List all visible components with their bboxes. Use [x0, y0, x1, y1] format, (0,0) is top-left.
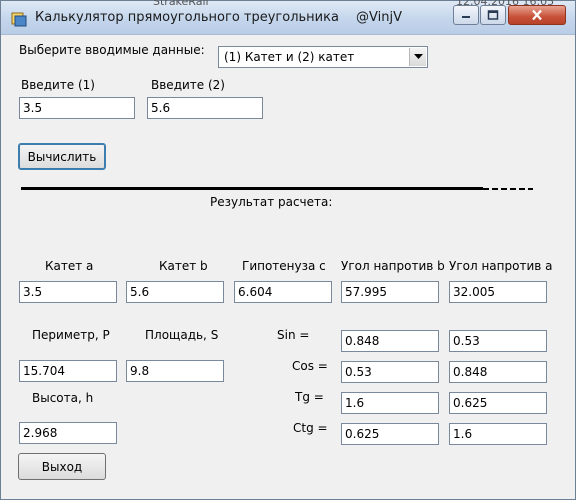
ctg-label: Ctg =: [293, 421, 328, 435]
angle-a-label: Угол напротив a: [449, 259, 553, 273]
window-title: Калькулятор прямоугольного треугольника: [35, 10, 339, 25]
height-output[interactable]: 2.968: [19, 422, 117, 444]
cos-a-output[interactable]: 0.848: [449, 361, 547, 383]
tg-a-output[interactable]: 0.625: [449, 392, 547, 414]
field1-label: Введите (1): [21, 78, 95, 92]
close-button[interactable]: [508, 5, 566, 25]
cos-b-output[interactable]: 0.53: [341, 361, 439, 383]
ctg-a-output[interactable]: 1.6: [449, 423, 547, 445]
separator-dashes: [483, 188, 533, 190]
hypotenuse-label: Гипотенуза c: [242, 259, 326, 273]
mode-select[interactable]: (1) Катет и (2) катет: [218, 46, 428, 68]
field2-label: Введите (2): [151, 78, 225, 92]
calculator-window: Калькулятор прямоугольного треугольника …: [0, 0, 576, 500]
height-label: Высота, h: [32, 391, 94, 405]
minimize-button[interactable]: [453, 5, 479, 25]
sin-label: Sin =: [277, 328, 310, 342]
hypotenuse-output[interactable]: 6.604: [234, 281, 332, 303]
results-header: Результат расчета:: [210, 195, 333, 209]
dropdown-arrow-icon: [414, 54, 423, 59]
perimeter-label: Периметр, P: [32, 328, 110, 342]
sin-a-output[interactable]: 0.53: [449, 330, 547, 352]
area-label: Площадь, S: [145, 328, 219, 342]
form-content: Выберите вводимые данные: (1) Катет и (2…: [9, 35, 569, 495]
ctg-b-output[interactable]: 0.625: [341, 423, 439, 445]
mode-select-value: (1) Катет и (2) катет: [224, 50, 355, 64]
maximize-icon: [487, 10, 499, 20]
leg-a-label: Катет a: [45, 259, 94, 273]
minimize-icon: [462, 16, 470, 18]
maximize-button[interactable]: [480, 5, 506, 25]
calculate-button[interactable]: Вычислить: [18, 143, 106, 170]
angle-a-output[interactable]: 32.005: [449, 281, 547, 303]
field2-input[interactable]: 5.6: [147, 97, 263, 119]
mode-label: Выберите вводимые данные:: [19, 43, 205, 57]
dropdown-button[interactable]: [409, 48, 426, 66]
app-icon: [11, 12, 27, 27]
tg-label: Tg =: [295, 390, 324, 404]
area-output[interactable]: 9.8: [126, 360, 224, 382]
perimeter-output[interactable]: 15.704: [19, 360, 117, 382]
angle-b-output[interactable]: 57.995: [341, 281, 439, 303]
sin-b-output[interactable]: 0.848: [341, 330, 439, 352]
tg-b-output[interactable]: 1.6: [341, 392, 439, 414]
title-bar[interactable]: Калькулятор прямоугольного треугольника …: [1, 0, 575, 35]
leg-b-label: Катет b: [159, 259, 208, 273]
angle-b-label: Угол напротив b: [341, 259, 445, 273]
separator-line: [21, 187, 483, 190]
exit-button[interactable]: Выход: [18, 453, 106, 480]
leg-b-output[interactable]: 5.6: [126, 281, 224, 303]
leg-a-output[interactable]: 3.5: [19, 281, 117, 303]
background-item: StrakeRall: [153, 0, 209, 8]
close-icon: [532, 9, 542, 21]
author-tag: @VinjV: [356, 10, 402, 25]
field1-input[interactable]: 3.5: [19, 97, 135, 119]
cos-label: Cos =: [292, 359, 328, 373]
